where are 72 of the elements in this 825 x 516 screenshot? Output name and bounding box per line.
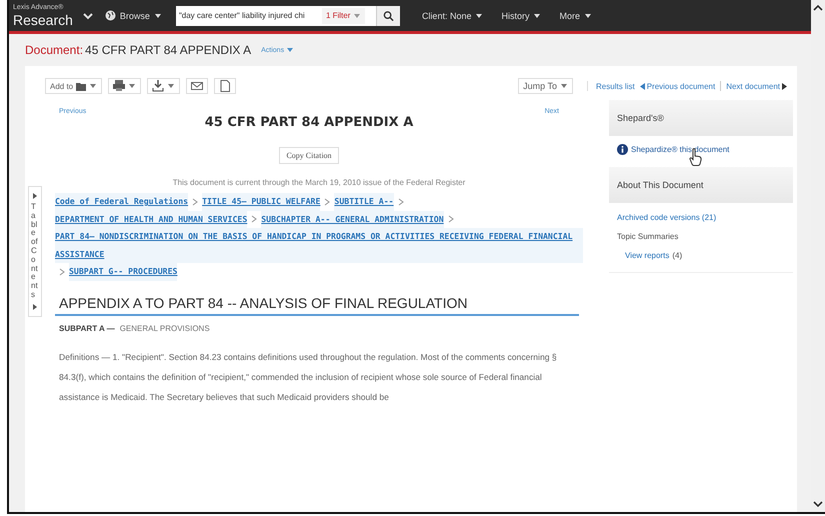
chevron-right-icon [59, 268, 65, 276]
report-count: (4) [672, 251, 682, 260]
chevron-right-icon [398, 198, 404, 206]
filter-dropdown[interactable]: 1 Filter [322, 8, 366, 24]
previous-document-link[interactable]: Previous document [640, 82, 716, 90]
caret-icon [286, 46, 294, 54]
section-heading: APPENDIX A TO PART 84 -- ANALYSIS OF FINAL REGULATION [55, 294, 579, 316]
print-icon [113, 80, 126, 92]
jump-to-button[interactable]: Jump To [518, 78, 574, 94]
search-icon [382, 10, 394, 22]
caret-icon [353, 12, 362, 20]
caret-icon [475, 12, 484, 20]
panel-header: Shepard's® [609, 100, 793, 136]
chevron-right-icon [324, 198, 330, 206]
caret-icon [560, 82, 568, 90]
caret-icon [167, 82, 176, 90]
document-button[interactable] [214, 78, 236, 94]
body-paragraph: Definitions — 1. "Recipient". Section 84.23 contains definitions used throughout the regulation. Most of the comments concerning § 84.3(f), which contains the definition of "recipient," commended the inclusion of recipient whose sole source of Federal financial assistance is Medicaid. The Secretary believes that such Medicaid providers should be [59, 350, 558, 404]
breadcrumb-link[interactable]: TITLE 45— PUBLIC WELFARE [202, 193, 320, 210]
document-heading: 45 CFR PART 84 APPENDIX A [204, 115, 414, 130]
chevron-right-icon [192, 198, 198, 206]
download-icon [152, 80, 164, 92]
document-label: Document: [25, 43, 84, 57]
results-list-link[interactable]: Results list [596, 82, 635, 90]
caret-icon [154, 12, 162, 20]
browse-button[interactable]: Browse [98, 10, 168, 21]
archived-versions-link[interactable]: Archived code versions (21) [617, 213, 785, 222]
view-reports-link[interactable]: View reports [625, 251, 670, 260]
breadcrumb-link[interactable]: PART 84— NONDISCRIMINATION ON THE BASIS OF HANDICAP IN PROGRAMS OR ACTIVITIES RECEIVING FEDERAL FINANCIAL ASSISTANCE [55, 228, 583, 263]
arrow-right-icon [32, 193, 38, 199]
chevron-right-icon [251, 215, 258, 224]
table-of-contents-tab[interactable]: Table of Contents [28, 186, 42, 317]
document-icon [219, 80, 232, 92]
add-to-button[interactable]: Add to [45, 78, 102, 94]
caret-icon [89, 82, 98, 90]
folder-icon [76, 82, 86, 90]
chevron-right-icon [448, 215, 454, 224]
shepardize-link[interactable]: Shepardize® this document [617, 144, 785, 155]
email-icon [191, 80, 204, 92]
subpart-title: GENERAL PROVISIONS [120, 324, 210, 332]
copy-citation-button[interactable]: Copy Citation [279, 147, 339, 164]
currency-note: This document is current through the March 19, 2010 issue of the Federal Register [172, 178, 466, 187]
arrow-left-icon [640, 82, 645, 90]
breadcrumb-link[interactable]: Code of Federal Regulations [55, 193, 188, 210]
caret-icon [533, 12, 542, 20]
scroll-up-icon[interactable] [813, 4, 823, 11]
caret-icon [128, 82, 136, 90]
brand-name: Research [13, 13, 73, 27]
email-button[interactable] [186, 78, 208, 94]
menu-dropdown[interactable]: Client: None [416, 10, 490, 20]
next-document-link[interactable]: Next document [726, 82, 787, 90]
menu-dropdown[interactable]: More [553, 10, 598, 20]
panel-header: About This Document [609, 167, 793, 203]
document-title: 45 CFR PART 84 APPENDIX A [85, 43, 252, 57]
info-icon [617, 144, 628, 155]
globe-icon [104, 10, 116, 21]
search-field[interactable]: "day care center" liability injured chi 1 Filter [176, 6, 376, 26]
scroll-down-icon[interactable] [813, 501, 823, 508]
chevron-down-icon[interactable] [82, 12, 93, 20]
breadcrumb-link[interactable]: SUBTITLE A-- [334, 193, 394, 210]
subpart-label: SUBPART A — [59, 324, 115, 332]
search-button[interactable] [376, 6, 400, 26]
caret-icon [584, 12, 592, 20]
menu-dropdown[interactable]: History [495, 10, 548, 20]
breadcrumb-link[interactable]: SUBPART G-- PROCEDURES [69, 263, 178, 280]
arrow-right-icon [782, 82, 787, 90]
topic-summaries-label: Topic Summaries [617, 232, 680, 241]
download-button[interactable] [147, 78, 180, 94]
arrow-right-icon [32, 304, 38, 310]
breadcrumb-link[interactable]: DEPARTMENT OF HEALTH AND HUMAN SERVICES [55, 210, 248, 228]
breadcrumb-link[interactable]: SUBCHAPTER A-- GENERAL ADMINISTRATION [261, 210, 444, 228]
print-button[interactable] [108, 78, 142, 94]
